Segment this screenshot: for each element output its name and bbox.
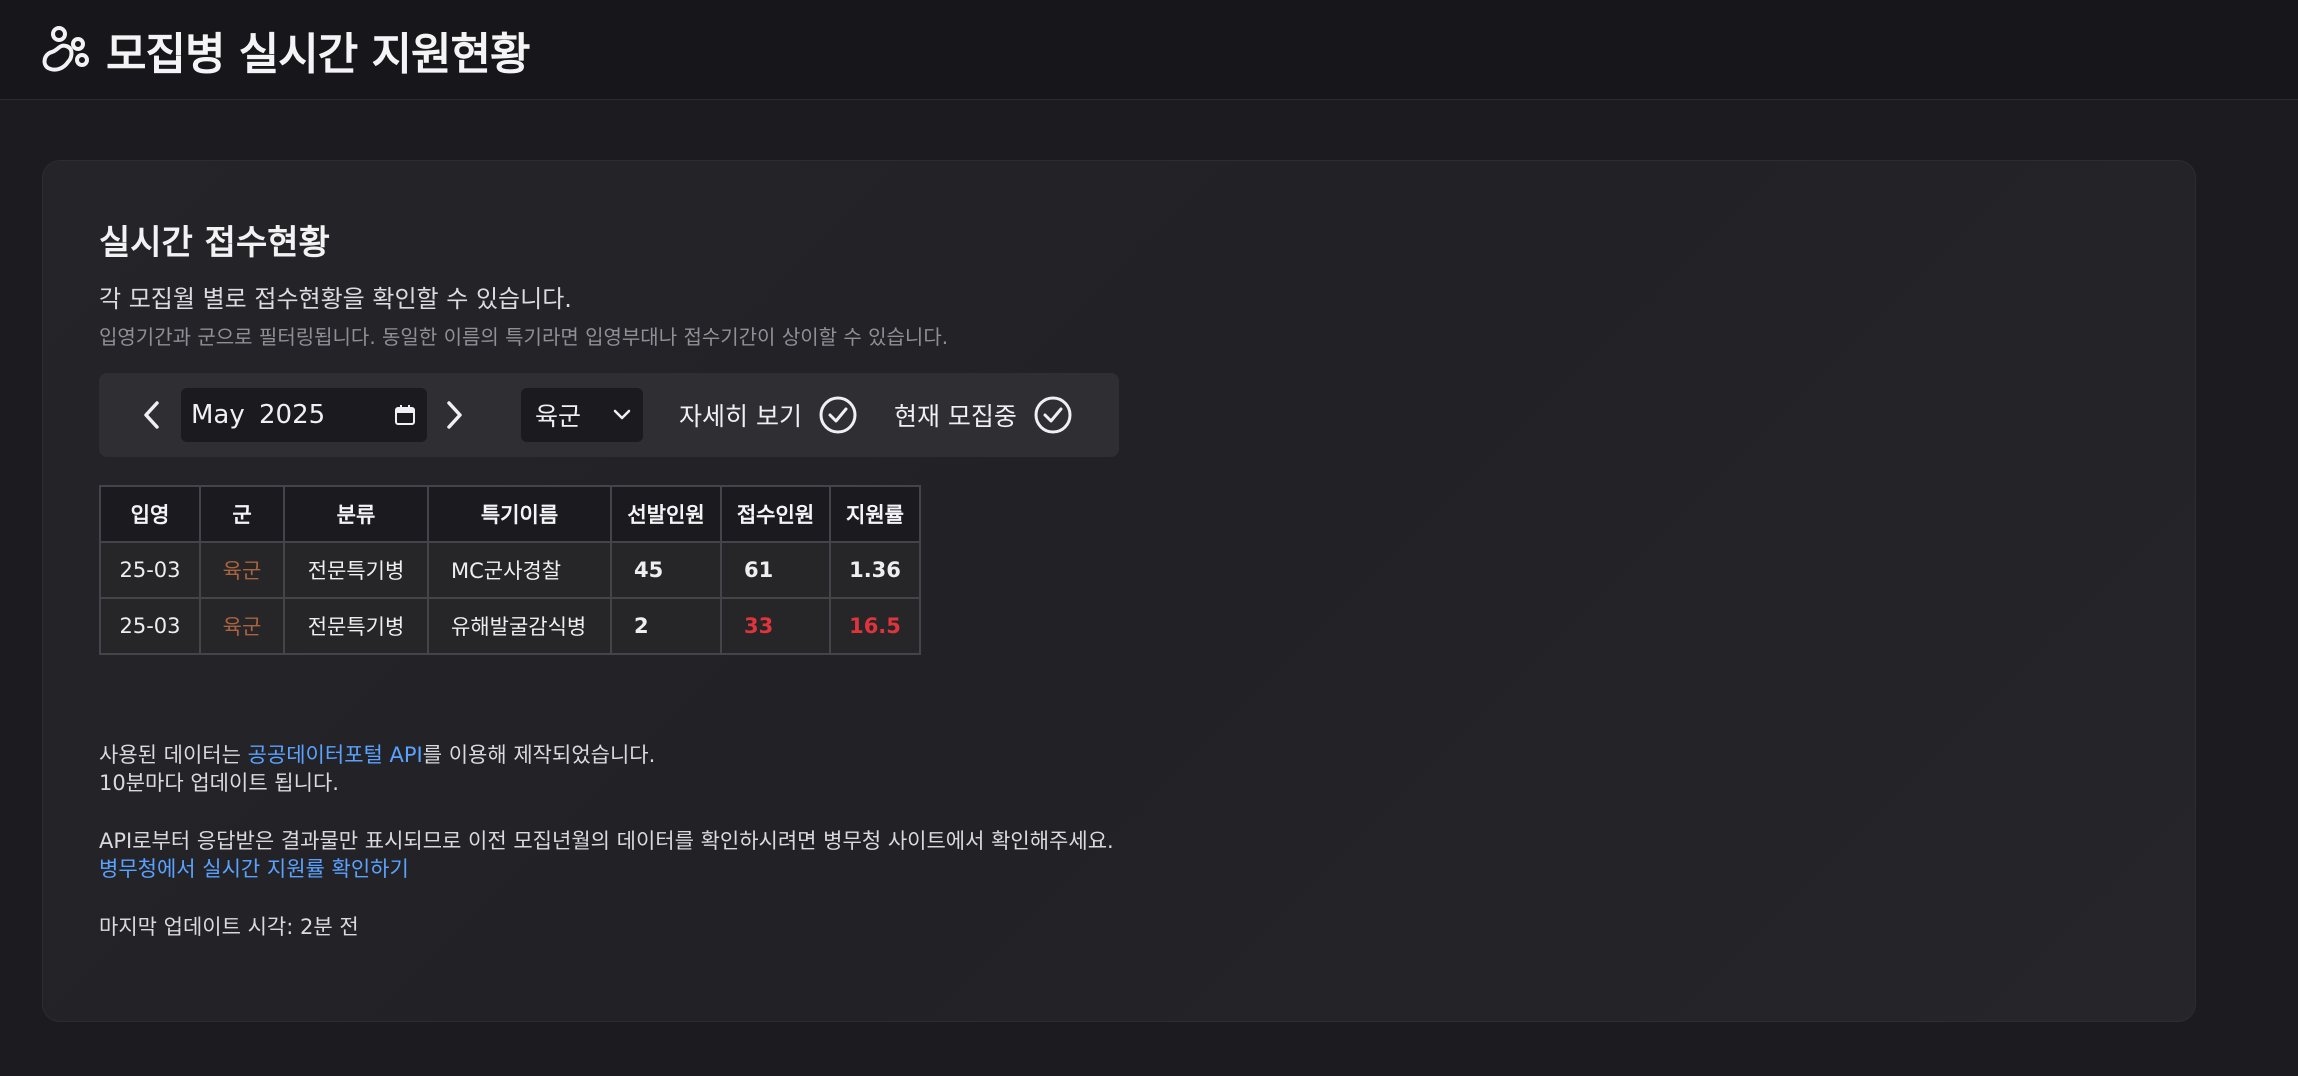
header-rate: 지원률	[829, 485, 921, 543]
filter-bar: May 2025 육군 자세히 보기 현재 모집중	[99, 373, 1119, 457]
cell-enlist: 25-03	[99, 597, 201, 655]
table-header-row: 입영 군 분류 특기이름 선발인원 접수인원 지원률	[99, 485, 921, 543]
cell-branch: 육군	[199, 597, 285, 655]
recruiting-toggle-label: 현재 모집중	[893, 402, 1017, 431]
api-limitation-note: API로부터 응답받은 결과물만 표시되므로 이전 모집년월의 데이터를 확인하…	[99, 829, 1114, 853]
chevron-left-icon	[144, 401, 159, 429]
recruit-table: 입영 군 분류 특기이름 선발인원 접수인원 지원률 25-03 육군 전문특기…	[99, 485, 921, 655]
cell-applicants: 33	[720, 597, 831, 655]
next-month-button[interactable]	[441, 395, 469, 435]
data-source-note: 사용된 데이터는 공공데이터포털 API를 이용해 제작되었습니다.	[99, 741, 1119, 769]
cell-category: 전문특기병	[283, 597, 429, 655]
cell-category: 전문특기병	[283, 541, 429, 599]
top-bar: 모집병 실시간 지원현황	[0, 0, 2298, 100]
check-circle-icon[interactable]	[818, 395, 858, 435]
footer-notes: 사용된 데이터는 공공데이터포털 API를 이용해 제작되었습니다. 10분마다…	[99, 741, 1119, 941]
card-content: 실시간 접수현황 각 모집월 별로 접수현황을 확인할 수 있습니다. 입영기간…	[99, 221, 1119, 941]
header-enlist: 입영	[99, 485, 201, 543]
header-branch: 군	[199, 485, 285, 543]
data-source-suffix: 를 이용해 제작되었습니다.	[422, 743, 656, 767]
app-title: 모집병 실시간 지원현황	[106, 28, 530, 80]
cell-specialty: MC군사경찰	[427, 541, 612, 599]
chevron-right-icon	[447, 401, 462, 429]
mma-realtime-link[interactable]: 병무청에서 실시간 지원률 확인하기	[99, 857, 409, 881]
filter-hint: 입영기간과 군으로 필터링됩니다. 동일한 이름의 특기라면 입영부대나 접수기…	[99, 325, 949, 349]
public-data-portal-link[interactable]: 공공데이터포털 API	[248, 743, 423, 767]
table-row: 25-03 육군 전문특기병 MC군사경찰 45 61 1.36	[99, 541, 921, 599]
last-update-text: 마지막 업데이트 시각: 2분 전	[99, 915, 359, 939]
month-value: May 2025	[191, 400, 326, 430]
branch-value: 육군	[535, 402, 582, 431]
month-picker[interactable]: May 2025	[181, 388, 427, 442]
branch-select[interactable]: 육군	[521, 388, 643, 442]
cell-applicants: 61	[720, 541, 831, 599]
detail-toggle[interactable]: 자세히 보기	[679, 395, 858, 435]
cell-quota: 45	[610, 541, 722, 599]
cell-specialty: 유해발굴감식병	[427, 597, 612, 655]
chevron-down-icon	[613, 409, 631, 420]
section-subtitle: 각 모집월 별로 접수현황을 확인할 수 있습니다.	[99, 285, 572, 313]
header-applicants: 접수인원	[720, 485, 831, 543]
update-interval-note: 10분마다 업데이트 됩니다.	[99, 771, 339, 795]
cell-rate: 16.5	[829, 597, 921, 655]
section-title: 실시간 접수현황	[99, 223, 330, 263]
detail-toggle-label: 자세히 보기	[679, 402, 802, 431]
cell-enlist: 25-03	[99, 541, 201, 599]
header-category: 분류	[283, 485, 429, 543]
check-circle-icon[interactable]	[1033, 395, 1073, 435]
cell-quota: 2	[610, 597, 722, 655]
cell-rate: 1.36	[829, 541, 921, 599]
table-row: 25-03 육군 전문특기병 유해발굴감식병 2 33 16.5	[99, 597, 921, 655]
paw-icon	[42, 25, 89, 72]
header-quota: 선발인원	[610, 485, 722, 543]
cell-branch: 육군	[199, 541, 285, 599]
header-specialty: 특기이름	[427, 485, 612, 543]
data-source-prefix: 사용된 데이터는	[99, 743, 248, 767]
prev-month-button[interactable]	[137, 395, 165, 435]
recruiting-toggle[interactable]: 현재 모집중	[894, 395, 1073, 435]
status-card: 실시간 접수현황 각 모집월 별로 접수현황을 확인할 수 있습니다. 입영기간…	[42, 160, 2196, 1022]
calendar-icon[interactable]	[393, 403, 417, 427]
